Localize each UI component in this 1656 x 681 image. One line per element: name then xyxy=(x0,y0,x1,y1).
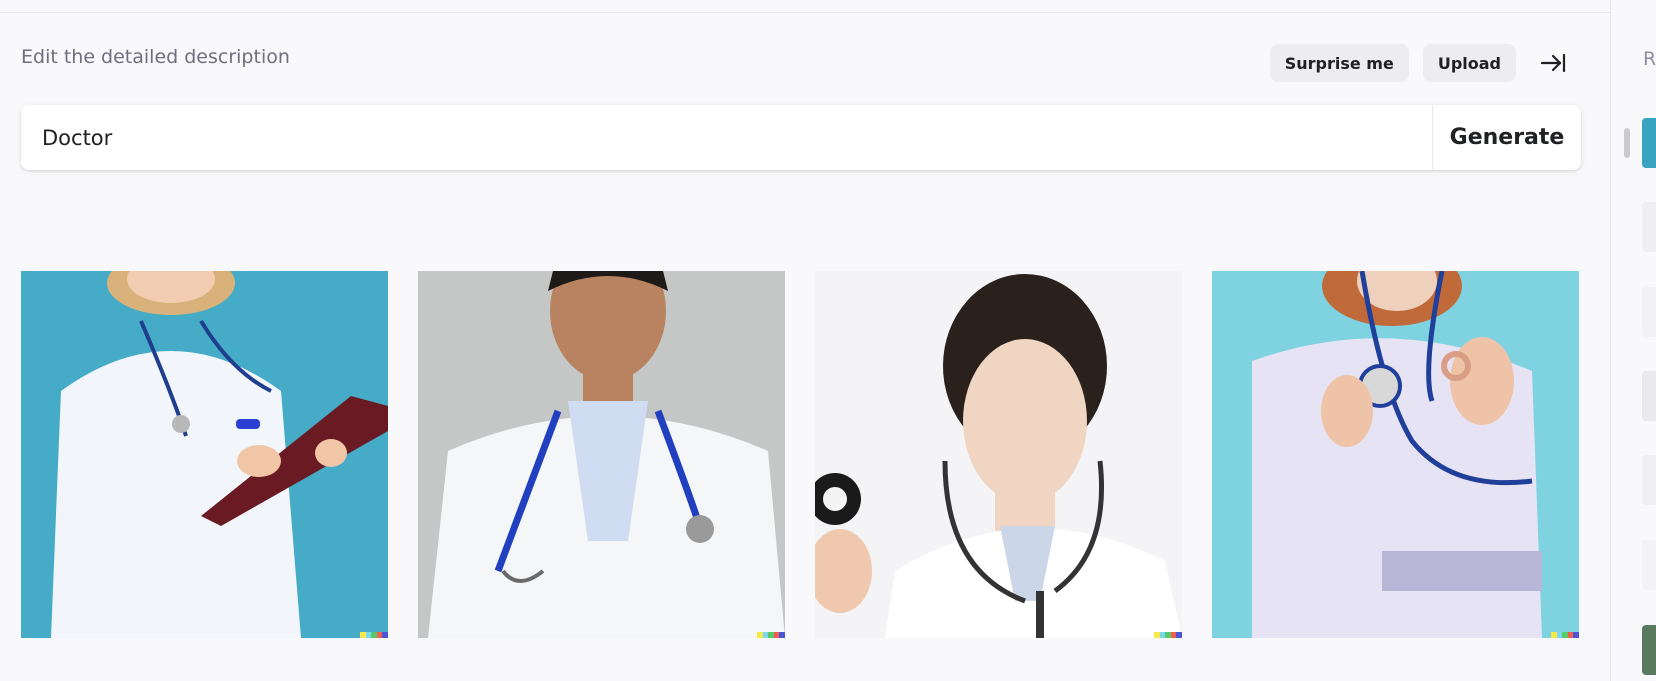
history-sidebar: R xyxy=(1610,0,1656,681)
surprise-me-button[interactable]: Surprise me xyxy=(1269,44,1409,82)
main-panel: Edit the detailed description Surprise m… xyxy=(0,0,1610,681)
generated-signature xyxy=(757,632,785,638)
generate-button[interactable]: Generate xyxy=(1432,105,1581,170)
prompt-header: Edit the detailed description xyxy=(21,46,290,68)
history-thumbnail[interactable] xyxy=(1642,371,1656,421)
history-thumbnail[interactable] xyxy=(1642,540,1656,590)
prompt-actions: Surprise me Upload xyxy=(1269,44,1570,82)
history-thumbnail[interactable] xyxy=(1642,118,1656,168)
result-image-1[interactable] xyxy=(21,271,388,638)
prompt-bar: Doctor Generate xyxy=(21,105,1581,170)
result-image-3[interactable] xyxy=(815,271,1182,638)
prompt-input[interactable]: Doctor xyxy=(21,105,1432,170)
history-thumbnail[interactable] xyxy=(1642,455,1656,505)
generated-signature xyxy=(360,632,388,638)
sidebar-title: R xyxy=(1643,48,1656,70)
result-image-2[interactable] xyxy=(418,271,785,638)
history-thumbnail[interactable] xyxy=(1642,625,1656,675)
generated-signature xyxy=(1551,632,1579,638)
result-image-4[interactable] xyxy=(1212,271,1579,638)
history-thumbnail[interactable] xyxy=(1642,202,1656,252)
upload-button[interactable]: Upload xyxy=(1422,44,1516,82)
arrow-right-to-line-icon[interactable] xyxy=(1536,46,1570,80)
history-thumbnail[interactable] xyxy=(1642,287,1656,337)
sidebar-scrollbar[interactable] xyxy=(1624,128,1630,158)
results-grid xyxy=(21,271,1579,638)
generated-signature xyxy=(1154,632,1182,638)
